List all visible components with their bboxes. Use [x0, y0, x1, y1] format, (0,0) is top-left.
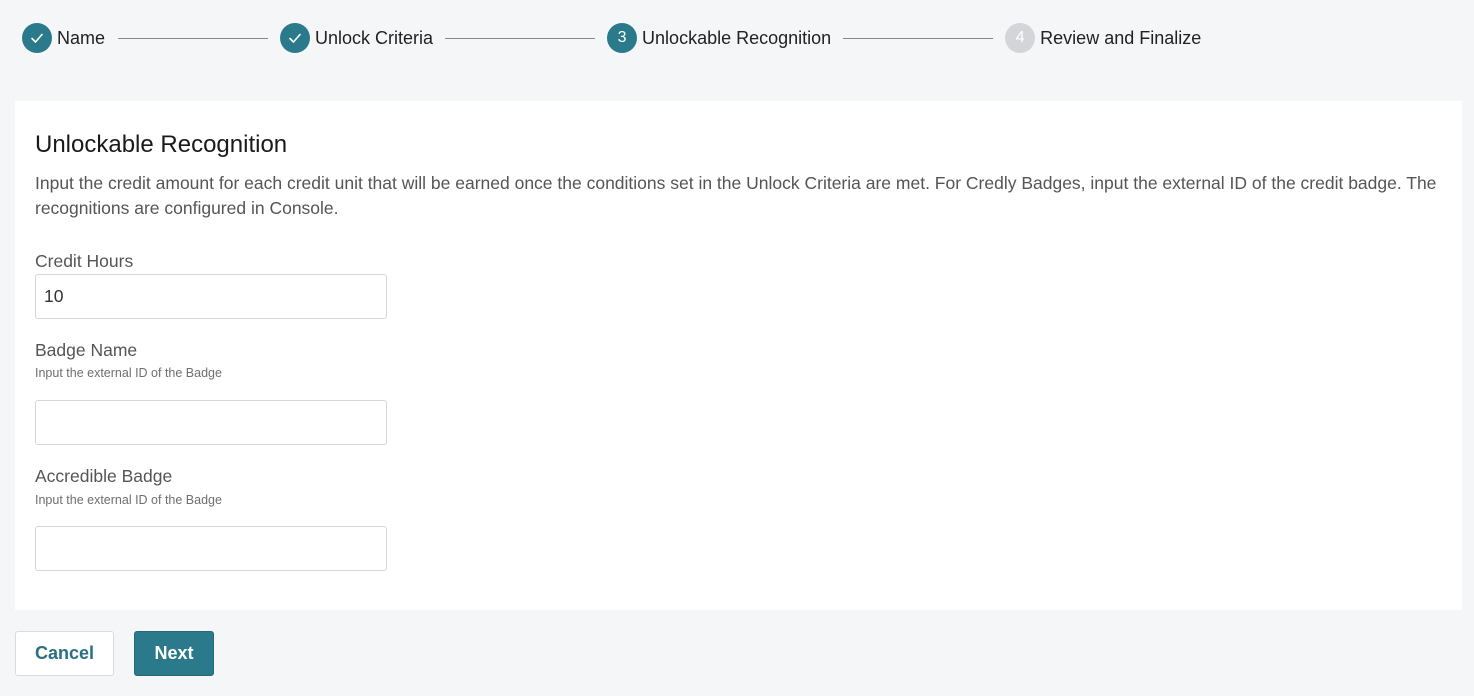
step-review-and-finalize[interactable]: 4 Review and Finalize [1005, 23, 1201, 53]
step-number-circle: 3 [607, 23, 638, 53]
badge-name-hint: Input the external ID of the Badge [35, 366, 222, 380]
step-connector [118, 37, 269, 39]
recognition-card: Unlockable Recognition Input the credit … [15, 101, 1462, 610]
section-title: Unlockable Recognition [35, 131, 288, 158]
step-complete-circle [22, 23, 52, 53]
step-label: Unlockable Recognition [642, 27, 832, 48]
check-icon [289, 33, 301, 43]
step-unlockable-recognition[interactable]: 3 Unlockable Recognition [607, 23, 831, 53]
step-number-circle: 4 [1005, 23, 1036, 53]
step-connector [445, 37, 596, 39]
badge-name-input[interactable] [35, 400, 387, 445]
step-label: Name [57, 27, 106, 48]
next-button[interactable]: Next [134, 631, 214, 676]
accredible-badge-hint: Input the external ID of the Badge [35, 493, 222, 507]
step-label: Review and Finalize [1040, 27, 1202, 48]
step-name[interactable]: Name [22, 23, 105, 53]
cancel-button[interactable]: Cancel [15, 631, 114, 676]
credit-hours-label: Credit Hours [35, 251, 134, 271]
badge-name-label: Badge Name [35, 340, 138, 360]
check-icon [31, 33, 43, 43]
accredible-badge-label: Accredible Badge [35, 466, 173, 486]
progress-stepper: Name Unlock Criteria 3 Unlockable Recogn… [22, 22, 1201, 54]
step-label: Unlock Criteria [315, 27, 434, 48]
step-connector [843, 37, 994, 39]
accredible-badge-input[interactable] [35, 526, 387, 571]
step-complete-circle [280, 23, 311, 53]
credit-hours-input[interactable] [35, 274, 387, 319]
step-unlock-criteria[interactable]: Unlock Criteria [280, 23, 433, 53]
section-description: Input the credit amount for each credit … [35, 173, 1437, 218]
